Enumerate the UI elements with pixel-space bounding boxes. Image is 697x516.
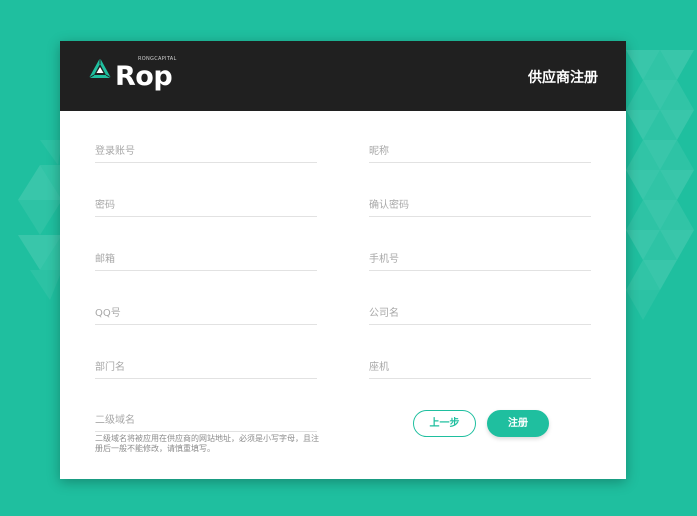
brand-logo[interactable]: RONGCAPITAL Rop [88, 56, 208, 96]
phone-field [369, 247, 591, 271]
registration-card: RONGCAPITAL Rop 供应商注册 二级域名将被应用在供应商的网站地址，… [60, 41, 626, 479]
qq-input[interactable] [95, 302, 317, 325]
department-field [95, 355, 317, 379]
confirm-password-field [369, 193, 591, 217]
department-input[interactable] [95, 356, 317, 379]
triangle-logo-icon [88, 58, 112, 79]
page-title: 供应商注册 [528, 70, 598, 86]
email-field [95, 247, 317, 271]
login-account-input[interactable] [95, 140, 317, 163]
nickname-input[interactable] [369, 140, 591, 163]
previous-step-button[interactable]: 上一步 [413, 410, 476, 437]
password-input[interactable] [95, 194, 317, 217]
subdomain-hint: 二级域名将被应用在供应商的网站地址，必须是小写字母，且注册后一般不能修改，请慎重… [95, 434, 319, 453]
landline-input[interactable] [369, 356, 591, 379]
register-button[interactable]: 注册 [487, 410, 549, 437]
company-field [369, 301, 591, 325]
card-header: RONGCAPITAL Rop 供应商注册 [60, 41, 626, 111]
login-account-field [95, 139, 317, 163]
logo-text: Rop [115, 61, 173, 92]
phone-input[interactable] [369, 248, 591, 271]
landline-field [369, 355, 591, 379]
qq-field [95, 301, 317, 325]
confirm-password-input[interactable] [369, 194, 591, 217]
email-input[interactable] [95, 248, 317, 271]
company-input[interactable] [369, 302, 591, 325]
password-field [95, 193, 317, 217]
subdomain-field [95, 408, 317, 432]
subdomain-input[interactable] [95, 409, 317, 432]
nickname-field [369, 139, 591, 163]
